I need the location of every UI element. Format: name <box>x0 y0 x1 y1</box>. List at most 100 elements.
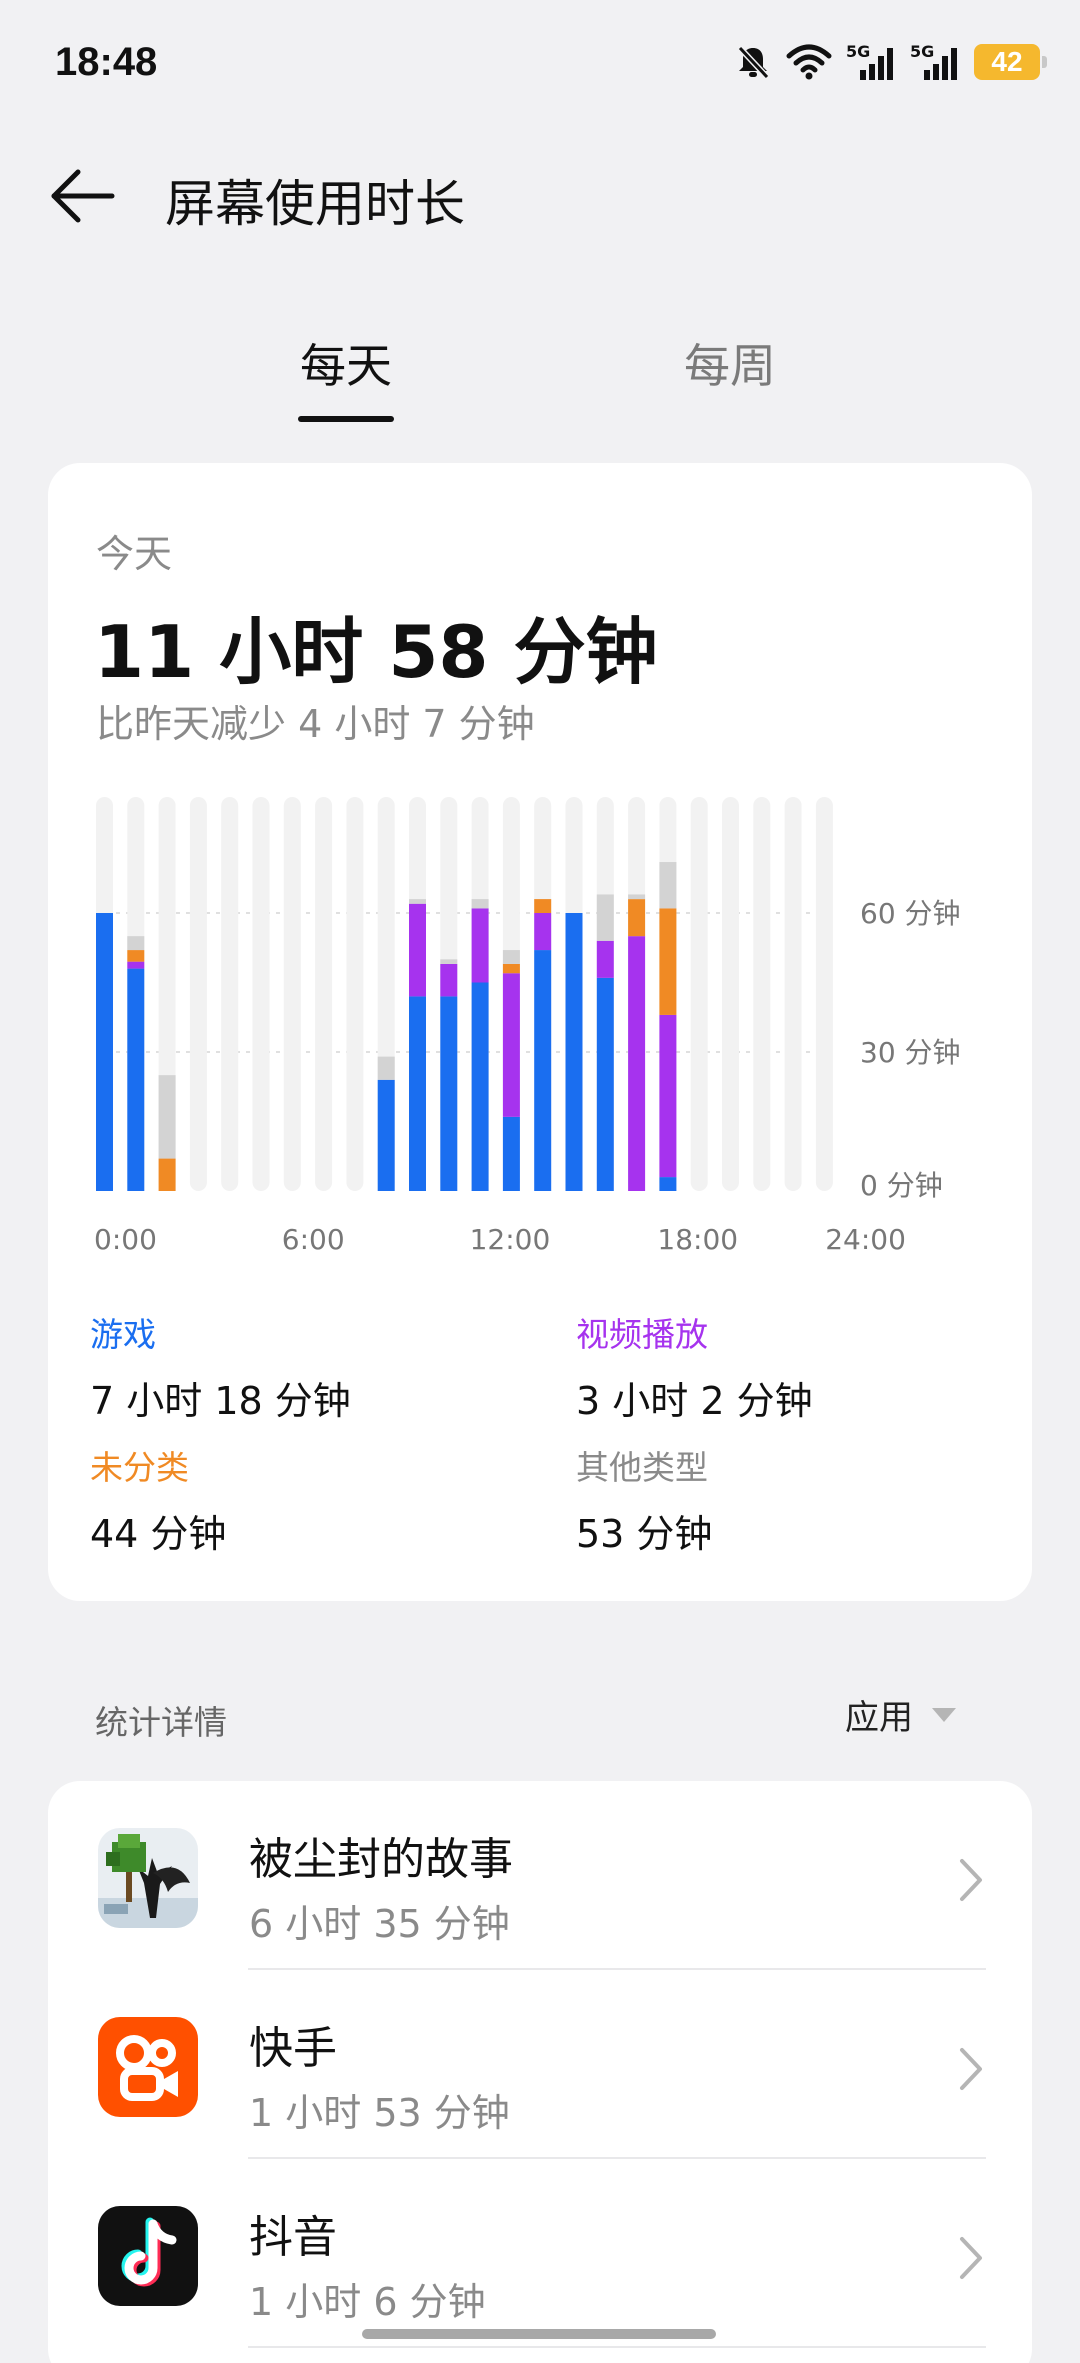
kuaishou-icon <box>98 2017 198 2117</box>
tab-weekly[interactable]: 每周 <box>684 330 776 396</box>
app-name: 被尘封的故事 <box>249 1834 513 1885</box>
y-tick-label: 60 分钟 <box>860 897 961 930</box>
signal-5g-icon: 5G <box>910 42 957 80</box>
chart-bar-segment <box>534 913 552 951</box>
page-title: 屏幕使用时长 <box>165 175 465 233</box>
chart-bar-segment <box>628 894 646 900</box>
chart-bar-segment <box>502 950 520 964</box>
chart-bar-segment <box>409 899 426 904</box>
chart-bar-segment <box>377 1079 395 1191</box>
list-item-app[interactable]: 抖音 1 小时 6 分钟 <box>48 2159 1032 2348</box>
app-name: 抖音 <box>249 2212 337 2263</box>
legend-item-video: 视频播放 3 小时 2 分钟 <box>576 1308 813 1425</box>
app-filter-dropdown[interactable]: 应用 <box>845 1690 957 1739</box>
legend-value: 44 分钟 <box>90 1512 227 1556</box>
chart-track <box>690 797 708 1191</box>
divider <box>248 2346 986 2348</box>
chart-bar-segment <box>409 903 426 997</box>
chart-track <box>221 797 239 1191</box>
period-tabs: 每天 每周 <box>0 330 1080 430</box>
chart-bar-segment <box>534 899 552 913</box>
chart-track <box>815 797 833 1191</box>
chart-bar-segment <box>440 996 458 1191</box>
chart-bar-segment <box>502 973 520 1117</box>
chart-track <box>189 797 207 1191</box>
home-indicator <box>362 2329 716 2339</box>
chart-bar-segment <box>158 1075 176 1159</box>
legend-name: 游戏 <box>90 1315 156 1354</box>
legend-name: 其他类型 <box>576 1448 708 1487</box>
chart-bar-segment <box>565 913 583 1191</box>
y-tick-label: 30 分钟 <box>860 1036 961 1069</box>
status-bar: 18:48 5G 5G 42 <box>0 0 1080 130</box>
chart-track <box>283 797 301 1191</box>
chart-track <box>722 797 739 1191</box>
chart-track <box>346 797 364 1191</box>
header: 屏幕使用时长 <box>0 150 1080 240</box>
chart-bar-segment <box>659 1014 677 1178</box>
battery-level: 42 <box>991 46 1023 77</box>
chart-bar-segment <box>158 1158 176 1191</box>
chart-bar-segment <box>628 936 646 1191</box>
chart-track <box>252 797 270 1191</box>
chart-track <box>315 797 333 1191</box>
legend-item-uncategorized: 未分类 44 分钟 <box>90 1441 226 1558</box>
legend-item-other: 其他类型 53 分钟 <box>576 1441 712 1558</box>
chart-bar-segment <box>659 862 677 909</box>
app-time: 1 小时 53 分钟 <box>249 2091 510 2135</box>
douyin-icon <box>98 2206 198 2306</box>
signal-5g-label: 5G <box>846 42 870 61</box>
chevron-right-icon <box>960 2237 982 2279</box>
apps-card: 被尘封的故事 6 小时 35 分钟 快手 1 小时 53 分钟 抖音 1 小时 … <box>48 1781 1032 2363</box>
chart-bar-segment <box>502 963 520 974</box>
battery-icon: 42 <box>974 44 1047 80</box>
wifi-icon <box>786 44 832 80</box>
filter-label: 应用 <box>845 1698 913 1738</box>
chart-track <box>753 797 771 1191</box>
legend-name: 未分类 <box>90 1448 189 1487</box>
details-title: 统计详情 <box>95 1703 227 1742</box>
x-tick-label: 18:00 <box>657 1223 738 1256</box>
chart-bar-segment <box>502 1116 520 1191</box>
mute-bell-icon <box>737 45 770 80</box>
app-name: 快手 <box>249 2023 337 2074</box>
list-item-app[interactable]: 快手 1 小时 53 分钟 <box>48 1970 1032 2159</box>
status-time: 18:48 <box>55 40 158 84</box>
caret-down-icon <box>932 1707 956 1722</box>
game-tree-icon <box>98 1828 198 1928</box>
list-item-app[interactable]: 被尘封的故事 6 小时 35 分钟 <box>48 1781 1032 1970</box>
x-tick-label: 6:00 <box>282 1223 345 1256</box>
y-tick-label: 0 分钟 <box>860 1169 943 1202</box>
summary-card: 今天 11 小时 58 分钟 比昨天减少 4 小时 7 分钟 60 分钟 30 分… <box>48 463 1032 1601</box>
chart-track <box>784 797 802 1191</box>
chart-bar-segment <box>659 908 677 1015</box>
legend-value: 7 小时 18 分钟 <box>90 1379 351 1423</box>
chart-bar-segment <box>127 950 145 962</box>
chart-bar-segment <box>471 908 489 983</box>
chart-bar-segment <box>659 1177 677 1191</box>
chart-bar-segment <box>471 982 489 1191</box>
chart-bar-segment <box>596 894 614 941</box>
chart-bar-segment <box>471 899 489 909</box>
status-icons: 5G 5G 42 <box>734 42 1047 82</box>
tab-underline <box>298 416 394 422</box>
signal-5g-icon: 5G <box>846 42 893 80</box>
chart-bar-segment <box>96 913 113 1191</box>
chart-bar-segment <box>409 996 426 1191</box>
chart-bar-segment <box>377 1056 395 1080</box>
x-tick-label: 24:00 <box>825 1223 906 1256</box>
x-tick-label: 12:00 <box>470 1223 551 1256</box>
app-time: 6 小时 35 分钟 <box>249 1902 510 1946</box>
chart-bar-segment <box>534 950 552 1191</box>
chart-bar-segment <box>127 936 145 951</box>
chart-bar-segment <box>596 940 614 978</box>
chart-bar-segment <box>440 959 458 964</box>
chart-bar-segment <box>628 899 646 937</box>
x-tick-label: 0:00 <box>94 1223 157 1256</box>
app-time: 1 小时 6 分钟 <box>249 2280 486 2324</box>
usage-chart[interactable]: 60 分钟 30 分钟 0 分钟 0:00 6:00 12:00 18:00 24:00 <box>48 463 1032 1283</box>
arrow-left-icon[interactable] <box>48 166 118 226</box>
chart-bar-segment <box>596 977 614 1191</box>
tab-daily[interactable]: 每天 <box>300 330 392 396</box>
chart-bar-segment <box>127 961 145 969</box>
